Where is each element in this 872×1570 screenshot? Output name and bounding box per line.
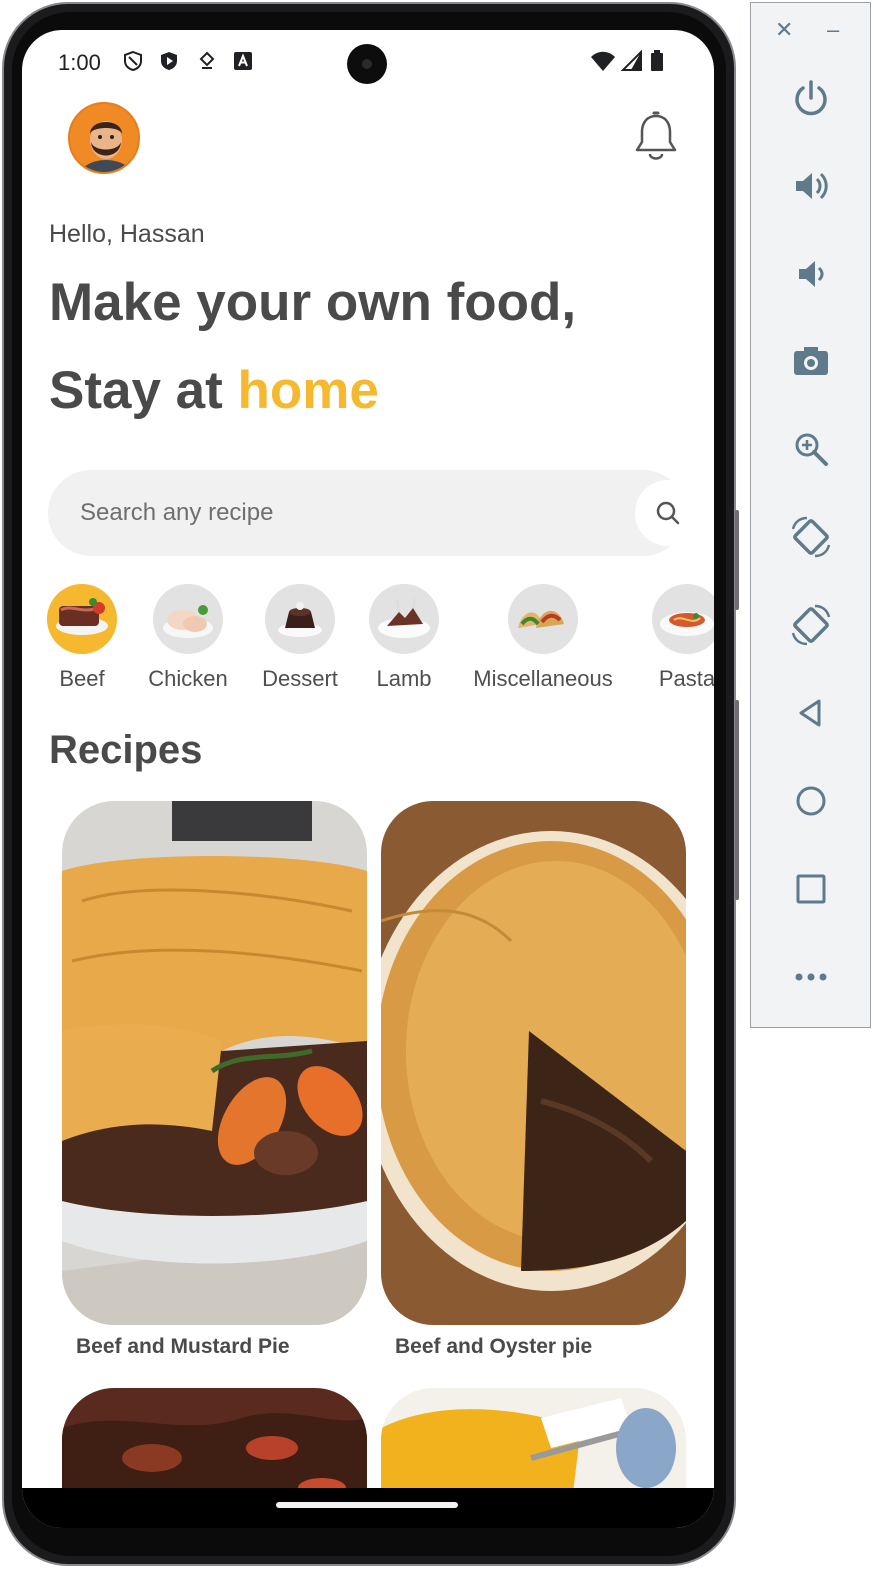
category-label: Beef [59, 666, 105, 691]
volume-up-icon[interactable] [786, 161, 836, 211]
zoom-icon[interactable] [786, 424, 836, 474]
back-icon[interactable] [786, 688, 836, 738]
headline-prefix: Stay at [49, 361, 238, 420]
emulator-control-panel: ✕ – [750, 2, 871, 1028]
headline-accent: home [237, 361, 379, 420]
category-beef-image [47, 584, 117, 654]
download-icon [199, 51, 215, 69]
status-bar: 1:00 [22, 30, 714, 98]
search-input[interactable] [78, 492, 578, 534]
battery-icon [651, 50, 663, 71]
shield-play-icon [161, 52, 177, 70]
search-button[interactable] [635, 480, 701, 546]
category-lamb[interactable]: Lamb [364, 584, 444, 692]
volume-down-icon[interactable] [786, 249, 836, 299]
rotate-left-icon[interactable] [786, 512, 836, 562]
rotate-right-icon[interactable] [786, 600, 836, 650]
category-dessert[interactable]: Dessert [254, 584, 346, 692]
category-chicken[interactable]: Chicken [142, 584, 234, 692]
greeting-text: Hello, Hassan [49, 220, 205, 248]
category-miscellaneous-image [508, 584, 578, 654]
search-bar [48, 470, 701, 556]
avatar[interactable] [68, 102, 140, 174]
recipe-name: Beef and Oyster pie [395, 1335, 593, 1358]
signal-icon [620, 50, 642, 71]
shield-outline-icon [124, 50, 142, 72]
font-a-icon [234, 52, 252, 70]
overview-icon[interactable] [786, 864, 836, 914]
wifi-icon [591, 51, 615, 71]
close-icon[interactable]: ✕ [775, 17, 793, 43]
notification-bell-icon[interactable] [632, 110, 680, 162]
headline-line1: Make your own food, [49, 273, 577, 332]
category-chicken-image [153, 584, 223, 654]
more-icon[interactable] [786, 952, 836, 1002]
recipe-image-beef-oyster-pie [381, 801, 686, 1325]
gesture-nav-bar [22, 1488, 714, 1528]
app-screen: 1:00 Hello, Hassan Make your own food, S… [22, 30, 714, 1528]
category-label: Dessert [262, 666, 338, 691]
search-icon [656, 501, 680, 525]
phone-volume-button [735, 510, 739, 610]
avatar-illustration [70, 104, 138, 172]
category-label: Pasta [658, 666, 714, 691]
status-time: 1:00 [58, 50, 101, 75]
camera-icon[interactable] [786, 336, 836, 386]
category-lamb-image [369, 584, 439, 654]
minimize-icon[interactable]: – [827, 17, 839, 43]
front-camera [347, 44, 387, 84]
recipe-card[interactable]: Beef and Mustard Pie [62, 801, 367, 1358]
category-dessert-image [265, 584, 335, 654]
home-gesture-handle[interactable] [276, 1502, 458, 1508]
phone-side-button [735, 700, 739, 900]
category-pasta[interactable]: Pasta [646, 584, 714, 692]
category-pasta-image [652, 584, 714, 654]
recipe-name: Beef and Mustard Pie [76, 1335, 290, 1358]
category-label: Miscellaneous [473, 666, 613, 691]
category-beef[interactable]: Beef [46, 584, 118, 692]
recipes-section-title: Recipes [49, 728, 203, 772]
headline-line2: Stay at home [49, 360, 379, 421]
category-label: Lamb [376, 666, 432, 691]
category-label: Chicken [148, 666, 228, 691]
recipe-card[interactable]: Beef and Oyster pie [381, 801, 686, 1358]
power-icon[interactable] [786, 73, 836, 123]
category-miscellaneous[interactable]: Miscellaneous [464, 584, 622, 692]
recipe-image-beef-mustard-pie [62, 801, 367, 1325]
home-icon[interactable] [786, 776, 836, 826]
